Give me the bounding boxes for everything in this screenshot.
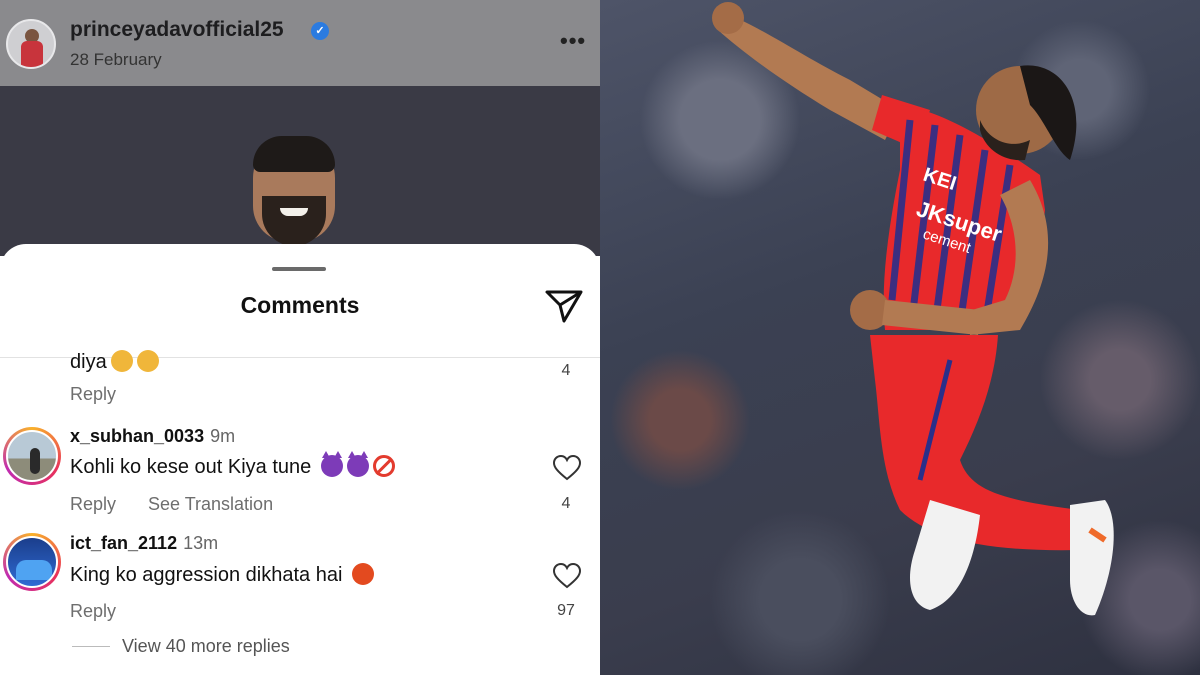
comment-text: King ko aggression dikhata hai (70, 563, 374, 587)
like-count: 97 (557, 602, 575, 619)
laughing-emoji-icon (110, 350, 133, 372)
comment-text: diya (70, 350, 159, 374)
angry-emoji-icon (351, 563, 374, 585)
reply-button[interactable]: Reply (70, 601, 116, 622)
post-date: 28 February (70, 50, 162, 69)
author-username[interactable]: princeyadavofficial25 (70, 18, 284, 42)
author-avatar[interactable] (6, 19, 56, 69)
cricketer-celebrating: KEI JKsuper cement (712, 2, 1114, 616)
devil-emoji-icon (320, 451, 343, 477)
sheet-drag-handle[interactable] (272, 267, 326, 271)
comment-username[interactable]: x_subhan_0033 9m (70, 426, 235, 447)
reply-button[interactable]: Reply (70, 384, 116, 405)
comment-text: Kohli ko kese out Kiya tune (70, 451, 395, 479)
like-count: 4 (561, 362, 571, 379)
thread-line (72, 646, 110, 647)
commenter-avatar[interactable] (3, 427, 61, 485)
more-options-icon[interactable]: ••• (560, 28, 586, 54)
see-translation-link[interactable]: See Translation (148, 494, 273, 515)
comment-timestamp: 9m (210, 426, 236, 446)
celebration-photo: KEI JKsuper cement (600, 0, 1200, 675)
sheet-title: Comments (240, 292, 360, 318)
like-count: 4 (561, 495, 571, 512)
post-image (0, 86, 600, 256)
post-header: princeyadavofficial25 ✓ 28 February ••• (0, 0, 600, 86)
comment-timestamp: 13m (183, 533, 219, 553)
view-more-replies-link[interactable]: View 40 more replies (122, 636, 290, 657)
reply-button[interactable]: Reply (70, 494, 116, 515)
commenter-avatar[interactable] (3, 533, 61, 591)
devil-emoji-icon (346, 451, 369, 477)
prohibited-emoji-icon (372, 455, 395, 477)
share-send-icon[interactable] (544, 288, 584, 324)
instagram-screenshot: princeyadavofficial25 ✓ 28 February ••• … (0, 0, 600, 675)
laughing-emoji-icon (136, 350, 159, 372)
like-heart-icon[interactable] (553, 455, 581, 481)
verified-badge-icon: ✓ (311, 22, 329, 40)
like-heart-icon[interactable] (553, 563, 581, 589)
comment-username[interactable]: ict_fan_2112 13m (70, 533, 218, 554)
